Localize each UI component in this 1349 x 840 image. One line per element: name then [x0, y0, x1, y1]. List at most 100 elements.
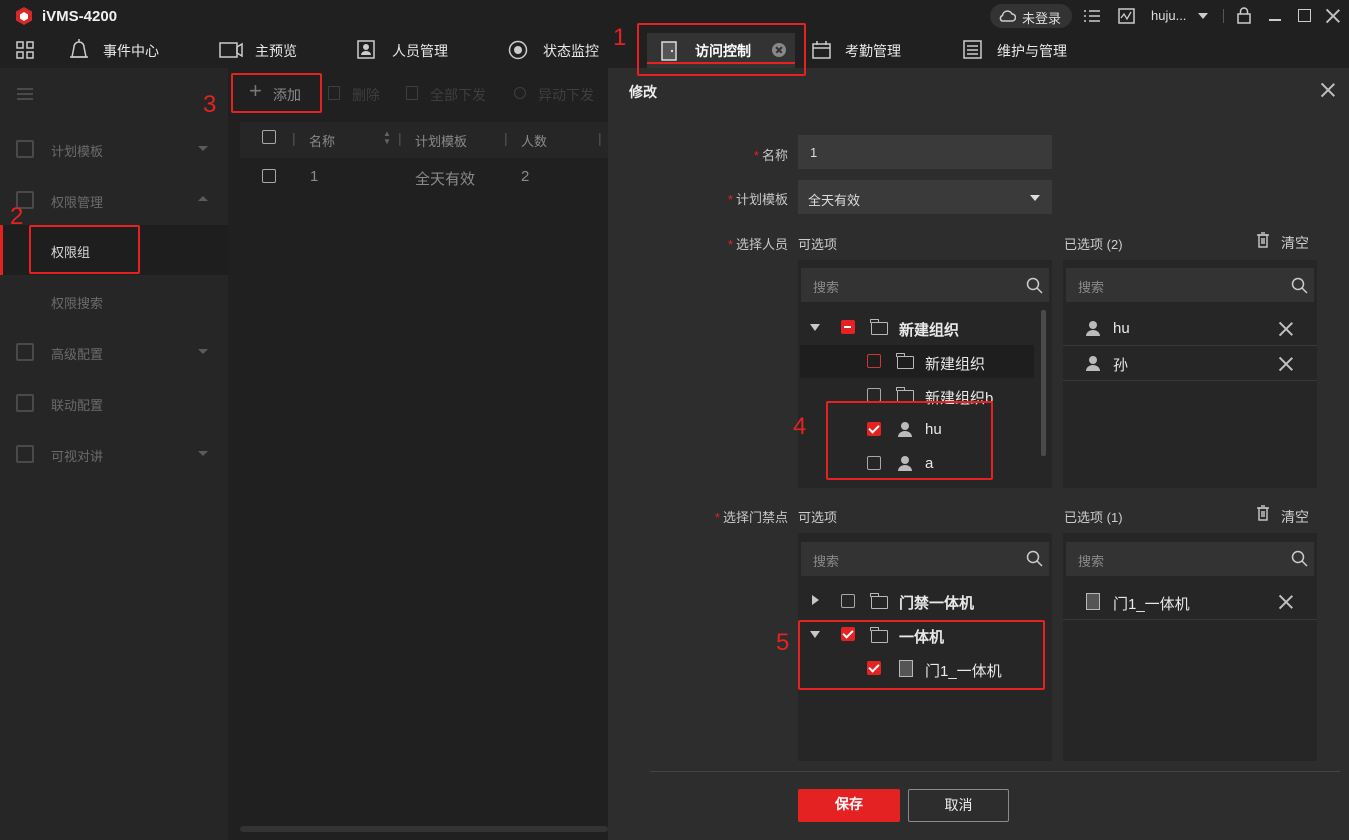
lock-icon[interactable]	[1237, 7, 1251, 24]
search-deploy-icon	[514, 87, 526, 99]
tree-checkbox[interactable]	[867, 354, 881, 368]
chevron-down-icon[interactable]	[198, 451, 208, 456]
list-item: hu	[1063, 311, 1317, 346]
door-search-input[interactable]: 搜索	[801, 542, 1049, 576]
search-icon[interactable]	[1026, 550, 1043, 567]
selected-person-search-input[interactable]: 搜索	[1066, 268, 1314, 302]
maintenance-icon	[963, 40, 982, 59]
cloud-icon	[999, 10, 1016, 22]
door-icon	[1086, 593, 1100, 610]
divider	[650, 771, 1340, 772]
vertical-scrollbar[interactable]	[1041, 310, 1046, 456]
select-all-checkbox[interactable]	[262, 130, 276, 144]
deploy-all-button[interactable]: 全部下发	[430, 85, 486, 105]
apps-grid-icon[interactable]	[16, 41, 34, 59]
column-header-count[interactable]: 人数	[521, 131, 547, 150]
available-doors-label: 可选项	[798, 510, 838, 525]
tree-checkbox[interactable]	[841, 320, 855, 334]
diff-deploy-button[interactable]: 异动下发	[538, 85, 594, 105]
save-button[interactable]: 保存	[798, 789, 900, 822]
close-window-icon[interactable]	[1326, 9, 1340, 23]
search-icon[interactable]	[1291, 277, 1308, 294]
horizontal-scrollbar[interactable]	[240, 826, 608, 832]
search-icon[interactable]	[1026, 277, 1043, 294]
name-input[interactable]: 1	[798, 135, 1052, 169]
person-card-icon	[357, 40, 375, 59]
deploy-icon	[406, 86, 418, 100]
list-item: 门1_一体机	[1063, 584, 1317, 620]
sidebar-item-permission-search[interactable]: 权限搜索	[51, 293, 103, 312]
sort-icon[interactable]: ▲ ▼	[383, 130, 391, 146]
collapse-menu-icon[interactable]	[17, 88, 33, 100]
column-header-name[interactable]: 名称	[309, 131, 335, 150]
maximize-icon[interactable]	[1298, 9, 1311, 22]
tree-item-access-device[interactable]: 门禁一体机	[899, 592, 974, 613]
selected-door-name: 门1_一体机	[1113, 596, 1190, 613]
sidebar-item-linkage-config[interactable]: 联动配置	[51, 395, 103, 414]
chevron-down-icon[interactable]	[198, 146, 208, 151]
clear-doors-button[interactable]: 清空	[1281, 507, 1309, 527]
annotation-number-5: 5	[776, 629, 790, 656]
chevron-down-icon	[1030, 195, 1040, 201]
folder-icon	[896, 353, 914, 369]
row-checkbox[interactable]	[262, 169, 276, 183]
trash-icon[interactable]	[1256, 505, 1270, 521]
active-indicator	[0, 225, 3, 275]
sidebar-item-video-intercom[interactable]: 可视对讲	[51, 446, 103, 465]
row-name: 1	[310, 168, 319, 185]
clear-persons-button[interactable]: 清空	[1281, 233, 1309, 253]
chevron-up-icon[interactable]	[198, 196, 208, 201]
cancel-button[interactable]: 取消	[908, 789, 1009, 822]
list-item: 孙	[1063, 346, 1317, 381]
tree-checkbox[interactable]	[841, 594, 855, 608]
login-status-button[interactable]: 未登录	[990, 4, 1072, 28]
selected-door-search-input[interactable]: 搜索	[1066, 542, 1314, 576]
dialog-close-icon[interactable]	[1321, 83, 1335, 97]
column-header-template[interactable]: 计划模板	[415, 131, 467, 150]
tab-event-center[interactable]: 事件中心	[103, 41, 159, 61]
minimize-icon[interactable]	[1269, 19, 1281, 21]
person-search-input[interactable]: 搜索	[801, 268, 1049, 302]
tab-status-monitor[interactable]: 状态监控	[543, 41, 599, 61]
app-logo-icon	[16, 7, 32, 25]
tab-main-preview[interactable]: 主预览	[255, 41, 297, 61]
annotation-box-5	[798, 620, 1045, 690]
list-icon[interactable]	[1084, 9, 1100, 23]
tree-item-org[interactable]: 新建组织	[899, 319, 959, 340]
table-row[interactable]: 1 全天有效 2	[240, 158, 608, 194]
expand-icon[interactable]	[810, 324, 820, 331]
selected-doors-label: 已选项 (1)	[1064, 510, 1123, 525]
remove-icon[interactable]	[1279, 595, 1293, 609]
sidebar-item-permission-management[interactable]: 权限管理	[51, 192, 103, 211]
app-title: iVMS-4200	[42, 8, 118, 25]
divider: |	[292, 130, 296, 146]
user-dropdown-icon[interactable]	[1198, 13, 1208, 19]
remove-icon[interactable]	[1279, 357, 1293, 371]
linkage-config-icon	[16, 394, 34, 412]
user-name[interactable]: huju...	[1151, 8, 1186, 23]
tree-checkbox[interactable]	[867, 388, 881, 402]
trash-icon[interactable]	[1256, 232, 1270, 248]
selected-person-name: hu	[1113, 320, 1130, 337]
tab-person-management[interactable]: 人员管理	[392, 41, 448, 61]
tab-maintenance[interactable]: 维护与管理	[997, 41, 1067, 61]
preview-icon	[219, 42, 243, 58]
monitor-icon[interactable]	[1118, 8, 1135, 24]
calendar-icon	[812, 41, 831, 59]
template-label: * 计划模板	[727, 192, 788, 207]
sidebar-item-schedule-template[interactable]: 计划模板	[51, 141, 103, 160]
advanced-config-icon	[16, 343, 34, 361]
schedule-template-icon	[16, 140, 34, 158]
divider	[1223, 9, 1224, 23]
annotation-box-3	[231, 73, 322, 113]
sidebar-item-advanced-config[interactable]: 高级配置	[51, 344, 103, 363]
template-select[interactable]: 全天有效	[798, 180, 1052, 214]
remove-icon[interactable]	[1279, 322, 1293, 336]
delete-button[interactable]: 删除	[352, 85, 380, 105]
chevron-down-icon[interactable]	[198, 349, 208, 354]
search-icon[interactable]	[1291, 550, 1308, 567]
expand-icon[interactable]	[812, 595, 819, 605]
tab-attendance[interactable]: 考勤管理	[845, 41, 901, 61]
tree-item-sub-org[interactable]: 新建组织	[925, 353, 985, 374]
annotation-number-2: 2	[10, 203, 24, 230]
